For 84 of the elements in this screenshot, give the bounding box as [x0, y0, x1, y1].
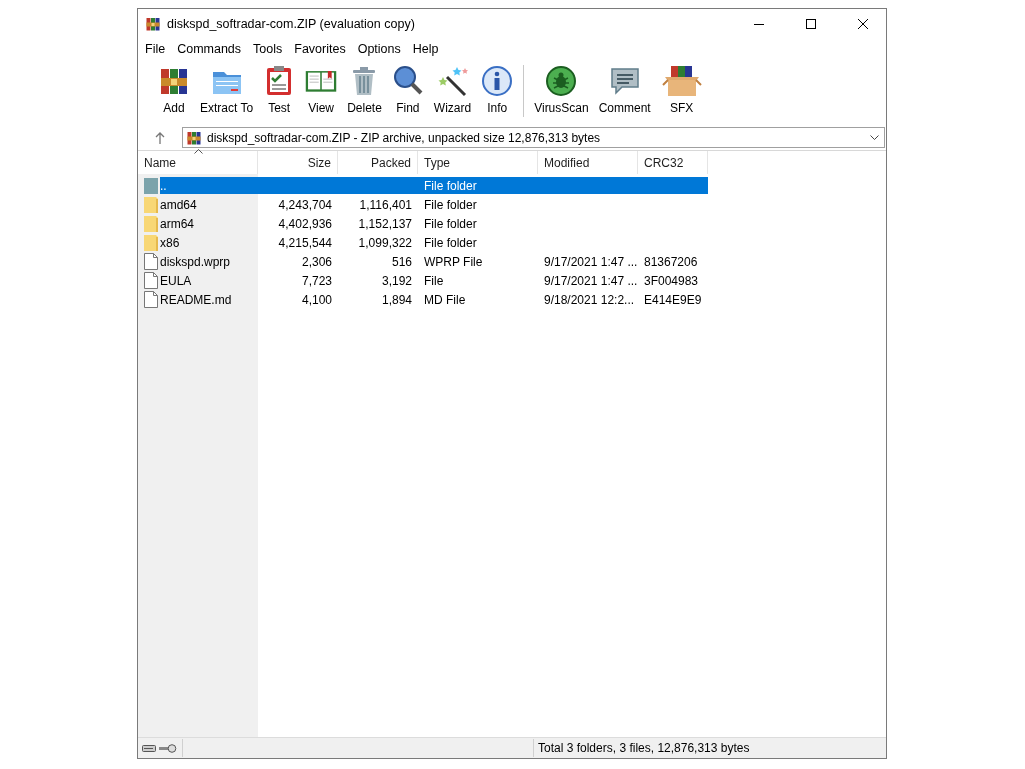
menu-item[interactable]: Commands	[171, 39, 248, 59]
parent-folder-icon	[144, 177, 158, 194]
table-cell-text: 1,894	[380, 292, 413, 307]
table-cell-text: ..	[160, 178, 168, 193]
box-icon	[660, 65, 703, 97]
file-row[interactable]: diskspd.wprp 2,306 516 WPRP File 9/17/2021 1:47 ... 81367206	[160, 253, 708, 270]
toolbar-button[interactable]: Extract To	[196, 63, 258, 117]
file-row[interactable]: README.md 4,100 1,894 MD File 9/18/2021 12:2... E414E9E9	[160, 291, 708, 308]
table-cell-text: arm64	[160, 216, 195, 231]
address-field[interactable]: diskspd_softradar-com.ZIP - ZIP archive, unpacked size 12,876,313 bytes	[182, 127, 885, 148]
window-title: diskspd_softradar-com.ZIP (evaluation copy)	[167, 17, 416, 31]
menu-item[interactable]: Help	[406, 39, 445, 59]
table-cell-text: diskspd.wprp	[160, 254, 232, 269]
file-icon	[144, 291, 158, 308]
table-cell-text: 4,215,544	[277, 235, 333, 250]
speech-bubble-icon	[608, 65, 641, 97]
app-logo-icon	[145, 16, 161, 32]
table-cell-text: 3F004983	[643, 273, 700, 288]
toolbar-button[interactable]: Info	[477, 63, 518, 117]
folder-icon	[144, 234, 158, 251]
table-cell-text: E414E9E9	[643, 292, 703, 307]
status-text: Total 3 folders, 3 files, 12,876,313 bytes	[537, 740, 751, 757]
menu-item[interactable]: Tools	[247, 39, 289, 59]
table-cell-text: 1,116,401	[358, 197, 413, 212]
table-cell-text: 1,099,322	[357, 235, 413, 250]
table-cell-text: File folder	[423, 197, 478, 212]
caret-icon[interactable]	[870, 135, 879, 140]
column-header[interactable]: Packed	[338, 151, 418, 174]
table-cell-text: 9/17/2021 1:47 ...	[543, 273, 638, 288]
toolbar-button[interactable]: Find	[387, 63, 428, 117]
table-cell-text: File folder	[423, 178, 478, 193]
table-cell-text: WPRP File	[423, 254, 484, 269]
table-cell-text: 1,152,137	[357, 216, 413, 231]
table-cell-text: 81367206	[643, 254, 699, 269]
file-row[interactable]: amd64 4,243,704 1,116,401 File folder	[160, 196, 708, 213]
table-cell-text: 516	[390, 254, 413, 269]
file-row[interactable]: x86 4,215,544 1,099,322 File folder	[160, 234, 708, 251]
table-cell-text: x86	[160, 235, 181, 250]
table-cell-text: File	[423, 273, 445, 288]
column-header[interactable]: CRC32	[638, 151, 708, 174]
archive-icon	[186, 129, 202, 146]
file-icon	[144, 272, 158, 289]
column-header[interactable]: Type	[418, 151, 538, 174]
magic-wand-icon	[436, 65, 469, 97]
file-row[interactable]: arm64 4,402,936 1,152,137 File folder	[160, 215, 708, 232]
info-icon	[481, 65, 514, 97]
table-cell-text: MD File	[423, 292, 467, 307]
menu-item[interactable]: Options	[351, 39, 407, 59]
toolbar-button[interactable]: View	[301, 63, 342, 117]
table-cell-text: README.md	[160, 292, 233, 307]
folder-icon	[144, 196, 158, 213]
table-cell-text: File folder	[423, 216, 478, 231]
table-cell-text: 3,192	[380, 273, 413, 288]
toolbar-button[interactable]: Delete	[343, 63, 386, 117]
drive-icon	[142, 744, 156, 752]
up-arrow-icon[interactable]	[155, 131, 165, 144]
table-cell-text: 4,402,936	[277, 216, 333, 231]
table-cell-text: 2,306	[300, 254, 333, 269]
column-header[interactable]: Size	[258, 151, 338, 174]
table-cell-text: 4,100	[300, 292, 333, 307]
folder-icon	[144, 215, 158, 232]
toolbar-button[interactable]: Test	[259, 63, 300, 117]
magnifier-icon	[391, 65, 424, 97]
bug-icon	[545, 65, 578, 97]
table-cell-text: 7,723	[300, 273, 333, 288]
file-icon	[144, 253, 158, 270]
toolbar-button[interactable]: SFX	[656, 63, 707, 117]
toolbar-button[interactable]: Comment	[594, 63, 655, 117]
column-header[interactable]: Modified	[538, 151, 638, 174]
table-cell-text: 4,243,704	[277, 197, 333, 212]
toolbar-button[interactable]: VirusScan	[530, 63, 593, 117]
file-row[interactable]: EULA 7,723 3,192 File 9/17/2021 1:47 ... 3F004983	[160, 272, 708, 289]
file-row[interactable]: .. File folder	[160, 177, 708, 194]
key-icon	[159, 743, 177, 753]
table-cell-text: amd64	[160, 197, 198, 212]
table-cell-text: EULA	[160, 273, 193, 288]
table-cell-text: 9/18/2021 12:2...	[543, 292, 636, 307]
menu-item[interactable]: Favorites	[288, 39, 352, 59]
menu-item[interactable]: File	[139, 39, 172, 59]
toolbar-button[interactable]: Wizard	[429, 63, 476, 117]
column-header[interactable]: Name	[138, 151, 258, 174]
table-cell-text: 9/17/2021 1:47 ...	[543, 254, 638, 269]
table-cell-text: File folder	[423, 235, 478, 250]
toolbar-button[interactable]: Add	[154, 63, 194, 117]
